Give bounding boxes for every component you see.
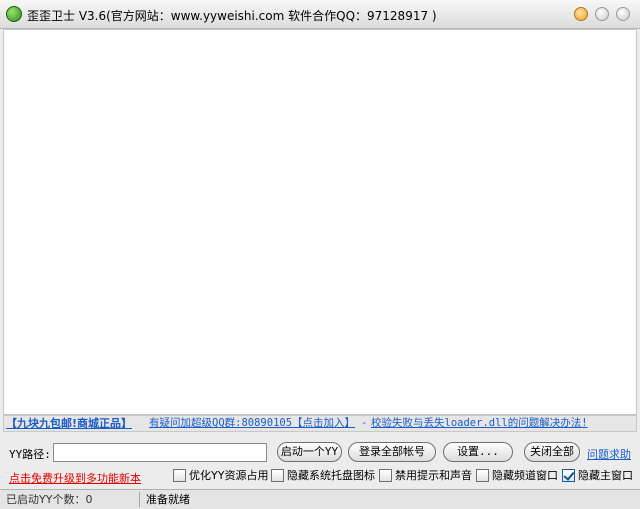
window-title: 歪歪卫士 V3.6(官方网站：www.yyweishi.com 软件合作QQ：9… — [27, 9, 437, 23]
maximize-button[interactable] — [595, 7, 609, 21]
title-bar: 歪歪卫士 V3.6(官方网站：www.yyweishi.com 软件合作QQ：9… — [0, 0, 640, 29]
checkbox-box[interactable] — [379, 469, 392, 482]
login-all-button[interactable]: 登录全部帐号 — [348, 442, 436, 462]
ready-status: 准备就绪 — [146, 493, 190, 506]
checkbox-box[interactable] — [562, 469, 575, 482]
yy-count-status: 已启动YY个数：0 — [2, 492, 140, 507]
checkbox-label: 隐藏主窗口 — [578, 469, 633, 482]
yy-path-input[interactable] — [53, 443, 267, 462]
status-bar: 已启动YY个数：0 准备就绪 — [0, 489, 640, 509]
promo-link[interactable]: 【九块九包邮!商城正品】 — [6, 416, 132, 431]
checkbox-label: 禁用提示和声音 — [395, 469, 472, 482]
qq-group-link[interactable]: 有疑问加超级QQ群:80890105【点击加入】 — [149, 416, 355, 431]
checkbox-label: 隐藏频道窗口 — [492, 469, 558, 482]
checkbox-label: 优化YY资源占用 — [189, 469, 269, 482]
upgrade-link[interactable]: 点击免费升级到多功能新本 — [9, 470, 141, 486]
help-link[interactable]: 问题求助 — [587, 446, 631, 462]
close-all-button[interactable]: 关闭全部 — [524, 442, 580, 462]
fix-guide-link[interactable]: 校验失败与丢失loader.dll的问题解决办法! — [371, 416, 588, 431]
close-button[interactable] — [616, 7, 630, 21]
settings-button[interactable]: 设置... — [443, 442, 513, 462]
checkbox-box[interactable] — [271, 469, 284, 482]
link-bar: 【九块九包邮!商城正品】 有疑问加超级QQ群:80890105【点击加入】 - … — [3, 415, 637, 432]
app-logo-icon — [6, 6, 22, 22]
checkbox-label: 隐藏系统托盘图标 — [287, 469, 375, 482]
checkbox-box[interactable] — [476, 469, 489, 482]
start-one-yy-button[interactable]: 启动一个YY — [277, 442, 342, 462]
minimize-button[interactable] — [574, 7, 588, 21]
yy-path-label: YY路径: — [9, 448, 51, 461]
checkbox-box[interactable] — [173, 469, 186, 482]
link-separator: - — [361, 417, 368, 429]
main-content-area — [3, 29, 637, 415]
